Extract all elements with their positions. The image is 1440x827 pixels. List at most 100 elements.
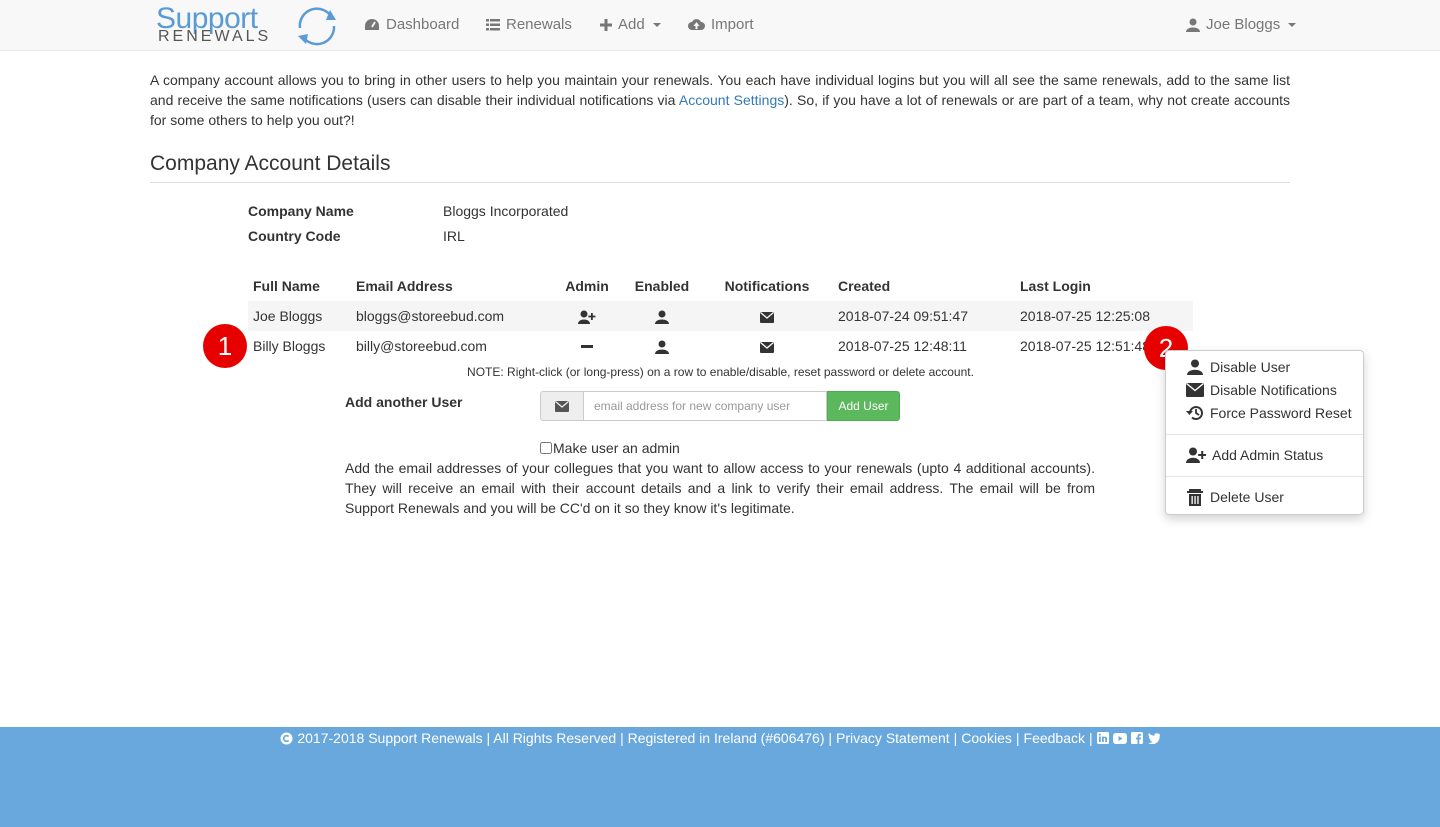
user-icon	[1187, 359, 1203, 375]
plus-icon	[600, 18, 612, 31]
menu-disable-user-label: Disable User	[1210, 359, 1291, 375]
envelope-icon	[1186, 383, 1204, 397]
menu-disable-user[interactable]: Disable User	[1166, 356, 1363, 378]
annotation-badge-1: 1	[203, 324, 247, 368]
col-admin: Admin	[565, 278, 609, 294]
nav-import-label: Import	[711, 16, 754, 33]
table-note: NOTE: Right-click (or long-press) on a r…	[467, 365, 974, 379]
company-name-label: Company Name	[248, 203, 354, 219]
account-settings-link[interactable]: Account Settings	[679, 92, 784, 108]
row-created: 2018-07-24 09:51:47	[838, 308, 968, 324]
add-user-button[interactable]: Add User	[827, 391, 900, 421]
menu-disable-notifications[interactable]: Disable Notifications	[1166, 379, 1363, 401]
trash-icon	[1187, 488, 1203, 506]
row-email: bloggs@storeebud.com	[356, 308, 505, 324]
facebook-icon[interactable]	[1130, 732, 1143, 744]
menu-force-password-reset-label: Force Password Reset	[1210, 405, 1352, 421]
add-user-input-group: Add User	[540, 391, 900, 421]
row-created: 2018-07-25 12:48:11	[838, 338, 967, 354]
country-code-value: IRL	[443, 228, 465, 244]
logo-line2: RENEWALS	[158, 28, 272, 45]
row-enabled-cell	[623, 331, 701, 361]
nav-add-dropdown[interactable]: Add	[600, 16, 661, 33]
envelope-icon[interactable]	[760, 311, 774, 323]
row-admin-cell	[551, 331, 623, 361]
row-name: Joe Bloggs	[253, 308, 323, 324]
menu-force-password-reset[interactable]: Force Password Reset	[1166, 402, 1363, 424]
social-links	[1096, 732, 1160, 744]
chevron-down-icon	[1288, 22, 1297, 27]
make-admin-option[interactable]: Make user an admin	[540, 440, 680, 456]
user-plus-icon[interactable]	[578, 310, 596, 325]
menu-divider	[1166, 476, 1363, 477]
navbar: Support RENEWALS Dashboard Renewals Add …	[0, 0, 1440, 51]
col-notifications: Notifications	[724, 278, 810, 294]
list-icon	[486, 18, 500, 30]
col-email: Email Address	[356, 278, 453, 294]
user-icon[interactable]	[655, 340, 669, 355]
col-last-login: Last Login	[1020, 278, 1091, 294]
nav-import[interactable]: Import	[688, 16, 754, 33]
col-created: Created	[838, 278, 891, 294]
nav-add-label: Add	[618, 16, 645, 33]
menu-disable-notifications-label: Disable Notifications	[1210, 382, 1337, 398]
footer-copyright: 2017-2018 Support Renewals | All Rights …	[297, 730, 833, 746]
row-enabled-cell	[623, 301, 701, 331]
menu-delete-user[interactable]: Delete User	[1166, 486, 1363, 508]
context-menu: Disable User Disable Notifications Force…	[1165, 350, 1364, 515]
dashboard-icon	[365, 18, 379, 30]
user-name: Joe Bloggs	[1206, 16, 1281, 33]
user-plus-icon	[1186, 447, 1206, 463]
feedback-link[interactable]: Feedback	[1024, 730, 1085, 746]
footer-separator: |	[1089, 730, 1093, 746]
footer-separator: |	[953, 730, 958, 746]
row-email: billy@storeebud.com	[356, 338, 487, 354]
col-enabled: Enabled	[634, 278, 690, 294]
menu-add-admin-status[interactable]: Add Admin Status	[1166, 444, 1363, 466]
row-name: Billy Bloggs	[253, 338, 326, 354]
copyright-icon	[280, 732, 293, 744]
country-code-label: Country Code	[248, 228, 341, 244]
cloud-upload-icon	[688, 19, 705, 30]
youtube-icon[interactable]	[1112, 732, 1127, 744]
company-name-value: Bloggs Incorporated	[443, 203, 569, 219]
nav-dashboard[interactable]: Dashboard	[364, 16, 459, 33]
row-notifications-cell	[701, 331, 833, 361]
table-header-row: Full Name Email Address Admin Enabled No…	[248, 271, 1193, 301]
add-user-label: Add another User	[345, 394, 463, 410]
minus-icon[interactable]	[581, 345, 593, 349]
logo[interactable]: Support RENEWALS	[156, 2, 341, 46]
history-icon	[1186, 406, 1203, 421]
row-notifications-cell	[701, 301, 833, 331]
privacy-link[interactable]: Privacy Statement	[836, 730, 950, 746]
row-admin-cell	[551, 301, 623, 331]
make-admin-label: Make user an admin	[553, 440, 680, 456]
footer-line: 2017-2018 Support Renewals | All Rights …	[0, 730, 1440, 746]
envelope-icon	[555, 400, 569, 412]
table-row[interactable]: Joe Bloggs bloggs@storeebud.com 2018-07-…	[248, 301, 1193, 331]
nav-dashboard-label: Dashboard	[386, 16, 460, 33]
twitter-icon[interactable]	[1147, 732, 1160, 744]
menu-delete-user-label: Delete User	[1210, 489, 1284, 505]
linkedin-icon[interactable]	[1096, 732, 1109, 744]
users-table: Full Name Email Address Admin Enabled No…	[248, 271, 1193, 361]
chevron-down-icon	[652, 22, 661, 27]
user-icon	[1186, 18, 1200, 32]
email-field[interactable]	[584, 391, 827, 421]
intro-text: A company account allows you to bring in…	[150, 70, 1290, 130]
table-row[interactable]: Billy Bloggs billy@storeebud.com 2018-07…	[248, 331, 1193, 361]
page-title: Company Account Details	[150, 152, 1290, 183]
nav-renewals-label: Renewals	[506, 16, 572, 33]
add-user-help: Add the email addresses of your collegue…	[345, 460, 1095, 516]
cookies-link[interactable]: Cookies	[961, 730, 1012, 746]
make-admin-checkbox[interactable]	[540, 442, 552, 454]
input-addon	[540, 391, 584, 421]
user-menu[interactable]: Joe Bloggs	[1186, 16, 1297, 33]
user-icon[interactable]	[655, 310, 669, 325]
footer-separator: |	[1015, 730, 1020, 746]
footer: 2017-2018 Support Renewals | All Rights …	[0, 727, 1440, 827]
nav-renewals[interactable]: Renewals	[486, 16, 572, 33]
envelope-icon[interactable]	[760, 341, 774, 353]
menu-add-admin-status-label: Add Admin Status	[1212, 447, 1324, 463]
menu-divider	[1166, 434, 1363, 435]
